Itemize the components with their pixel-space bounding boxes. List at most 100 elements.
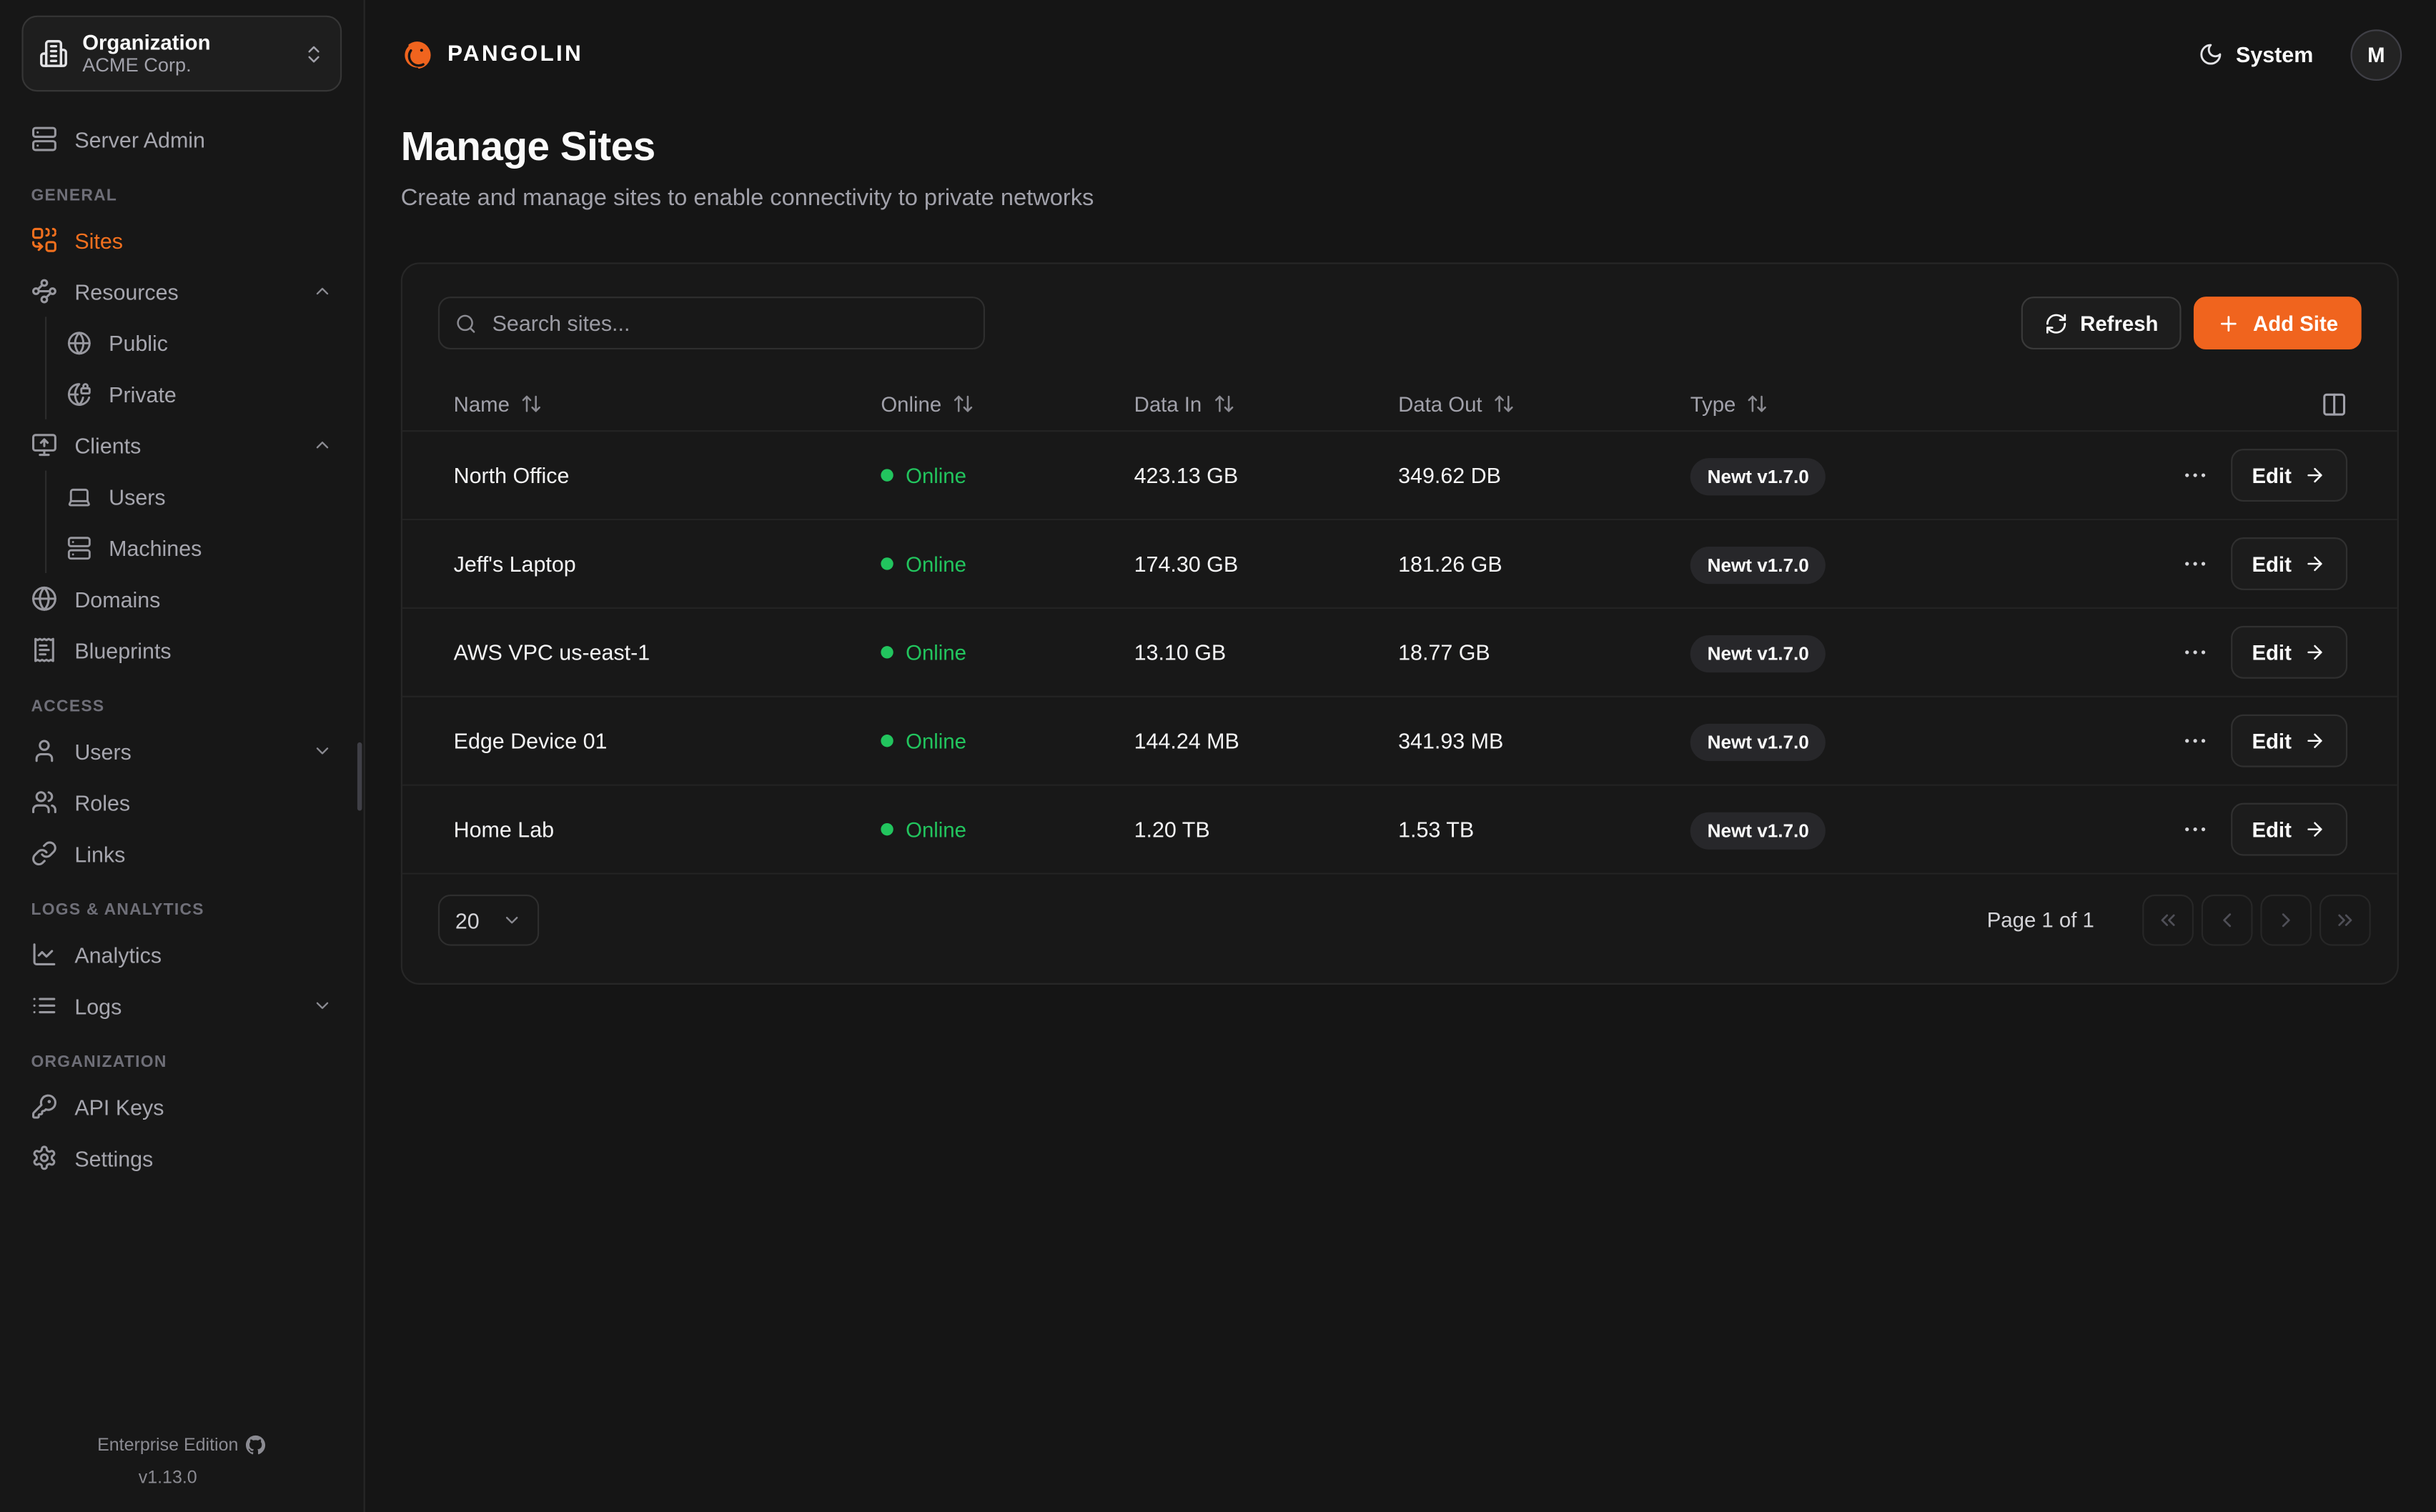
online-status-dot bbox=[881, 735, 893, 747]
sidebar-item-roles[interactable]: Roles bbox=[16, 777, 348, 828]
sidebar-item-users[interactable]: Users bbox=[16, 725, 348, 777]
org-selector-value: ACME Corp. bbox=[82, 56, 289, 75]
column-header-name: Name bbox=[454, 392, 881, 416]
plus-icon bbox=[2217, 312, 2241, 335]
site-name: Jeff's Laptop bbox=[454, 552, 881, 577]
sidebar-item-links[interactable]: Links bbox=[16, 827, 348, 879]
site-name: North Office bbox=[454, 463, 881, 488]
sidebar-item-clients-users[interactable]: Users bbox=[46, 471, 348, 522]
column-header-data-in: Data In bbox=[1134, 392, 1398, 416]
online-status: Online bbox=[881, 729, 1134, 752]
sort-name-button[interactable] bbox=[520, 393, 542, 414]
globe-lock-icon bbox=[66, 382, 91, 407]
online-status-label: Online bbox=[906, 464, 966, 487]
row-menu-button[interactable] bbox=[2180, 462, 2208, 489]
sidebar-item-resources-private[interactable]: Private bbox=[46, 368, 348, 419]
row-menu-button[interactable] bbox=[2180, 727, 2208, 755]
edit-button[interactable]: Edit bbox=[2230, 537, 2347, 590]
org-selector-label: Organization bbox=[82, 32, 289, 53]
theme-toggle[interactable]: System bbox=[2189, 41, 2323, 69]
sidebar-item-server-admin[interactable]: Server Admin bbox=[16, 114, 348, 165]
edit-button[interactable]: Edit bbox=[2230, 715, 2347, 767]
github-icon[interactable] bbox=[246, 1435, 266, 1455]
edit-label: Edit bbox=[2252, 729, 2291, 752]
sidebar-item-label: Settings bbox=[74, 1145, 332, 1170]
sites-table-card: Refresh Add Site Name Online bbox=[401, 262, 2399, 985]
sidebar-item-blueprints[interactable]: Blueprints bbox=[16, 625, 348, 676]
sidebar-item-settings[interactable]: Settings bbox=[16, 1132, 348, 1183]
version-label: v1.13.0 bbox=[139, 1468, 197, 1487]
sidebar-item-label: API Keys bbox=[74, 1094, 332, 1119]
table-body: North Office Online 423.13 GB 349.62 DB … bbox=[402, 432, 2397, 874]
sidebar-item-label: Server Admin bbox=[74, 126, 332, 151]
receipt-icon bbox=[31, 637, 57, 663]
sidebar-item-label: Roles bbox=[74, 790, 332, 815]
sidebar-item-analytics[interactable]: Analytics bbox=[16, 929, 348, 980]
sidebar-item-logs[interactable]: Logs bbox=[16, 980, 348, 1031]
arrow-right-icon bbox=[2304, 553, 2325, 575]
prev-page-button[interactable] bbox=[2202, 895, 2253, 946]
online-status: Online bbox=[881, 552, 1134, 576]
type-badge: Newt v1.7.0 bbox=[1690, 812, 1826, 850]
chevrons-right-icon bbox=[2334, 908, 2357, 932]
row-menu-button[interactable] bbox=[2180, 815, 2208, 843]
version-link[interactable]: v1.13.0 bbox=[139, 1468, 225, 1488]
page-indicator: Page 1 of 1 bbox=[1987, 908, 2094, 932]
edit-button[interactable]: Edit bbox=[2230, 626, 2347, 679]
org-selector[interactable]: Organization ACME Corp. bbox=[21, 16, 342, 91]
pagination-controls: Page 1 of 1 bbox=[1987, 895, 2371, 946]
section-label: GENERAL bbox=[16, 186, 348, 205]
row-menu-button[interactable] bbox=[2180, 638, 2208, 666]
sidebar-item-clients[interactable]: Clients bbox=[16, 419, 348, 471]
arrow-right-icon bbox=[2304, 642, 2325, 663]
moon-icon bbox=[2199, 42, 2224, 67]
sidebar-item-label: Logs bbox=[74, 993, 295, 1018]
user-avatar[interactable]: M bbox=[2350, 29, 2402, 80]
sidebar-item-api-keys[interactable]: API Keys bbox=[16, 1081, 348, 1133]
refresh-button[interactable]: Refresh bbox=[2021, 297, 2182, 349]
sidebar-subgroup-resources: PublicPrivate bbox=[45, 317, 348, 419]
refresh-label: Refresh bbox=[2080, 312, 2158, 335]
sort-type-button[interactable] bbox=[1747, 393, 1768, 414]
sort-data-out-button[interactable] bbox=[1493, 393, 1515, 414]
sidebar-section-organization: ORGANIZATIONAPI KeysSettings bbox=[16, 1053, 348, 1184]
external-link-icon bbox=[205, 1468, 225, 1488]
data-in-value: 144.24 MB bbox=[1134, 728, 1398, 753]
edit-button[interactable]: Edit bbox=[2230, 803, 2347, 856]
sidebar-item-domains[interactable]: Domains bbox=[16, 573, 348, 625]
online-status-dot bbox=[881, 646, 893, 658]
chart-line-icon bbox=[31, 941, 57, 968]
sort-online-button[interactable] bbox=[952, 393, 974, 414]
data-out-value: 18.77 GB bbox=[1398, 640, 1690, 665]
sidebar-item-sites[interactable]: Sites bbox=[16, 214, 348, 266]
add-site-button[interactable]: Add Site bbox=[2194, 297, 2361, 349]
search-input[interactable] bbox=[489, 309, 968, 337]
edit-button[interactable]: Edit bbox=[2230, 449, 2347, 502]
monitor-up-icon bbox=[31, 432, 57, 458]
page-size-value: 20 bbox=[455, 907, 480, 932]
data-in-value: 423.13 GB bbox=[1134, 463, 1398, 488]
chevron-up-icon bbox=[312, 435, 332, 455]
sidebar-item-resources[interactable]: Resources bbox=[16, 266, 348, 317]
sidebar-item-resources-public[interactable]: Public bbox=[46, 317, 348, 368]
data-in-value: 13.10 GB bbox=[1134, 640, 1398, 665]
row-menu-button[interactable] bbox=[2180, 549, 2208, 577]
combine-icon bbox=[31, 227, 57, 253]
online-status-label: Online bbox=[906, 552, 966, 576]
last-page-button[interactable] bbox=[2319, 895, 2371, 946]
first-page-button[interactable] bbox=[2142, 895, 2194, 946]
sidebar-item-clients-machines[interactable]: Machines bbox=[46, 522, 348, 573]
edition-label: Enterprise Edition bbox=[97, 1436, 238, 1454]
sidebar-item-label: Users bbox=[109, 484, 332, 509]
server-icon bbox=[66, 535, 91, 560]
next-page-button[interactable] bbox=[2260, 895, 2312, 946]
online-status: Online bbox=[881, 817, 1134, 841]
section-label: ACCESS bbox=[16, 697, 348, 716]
column-settings-button[interactable] bbox=[2321, 391, 2347, 417]
section-label: LOGS & ANALYTICS bbox=[16, 901, 348, 920]
page-size-select[interactable]: 20 bbox=[438, 895, 539, 946]
sidebar-scrollbar-thumb[interactable] bbox=[357, 742, 362, 811]
arrow-right-icon bbox=[2304, 464, 2325, 486]
sort-data-in-button[interactable] bbox=[1212, 393, 1234, 414]
sidebar: Organization ACME Corp. Server Admin GEN… bbox=[0, 0, 365, 1512]
